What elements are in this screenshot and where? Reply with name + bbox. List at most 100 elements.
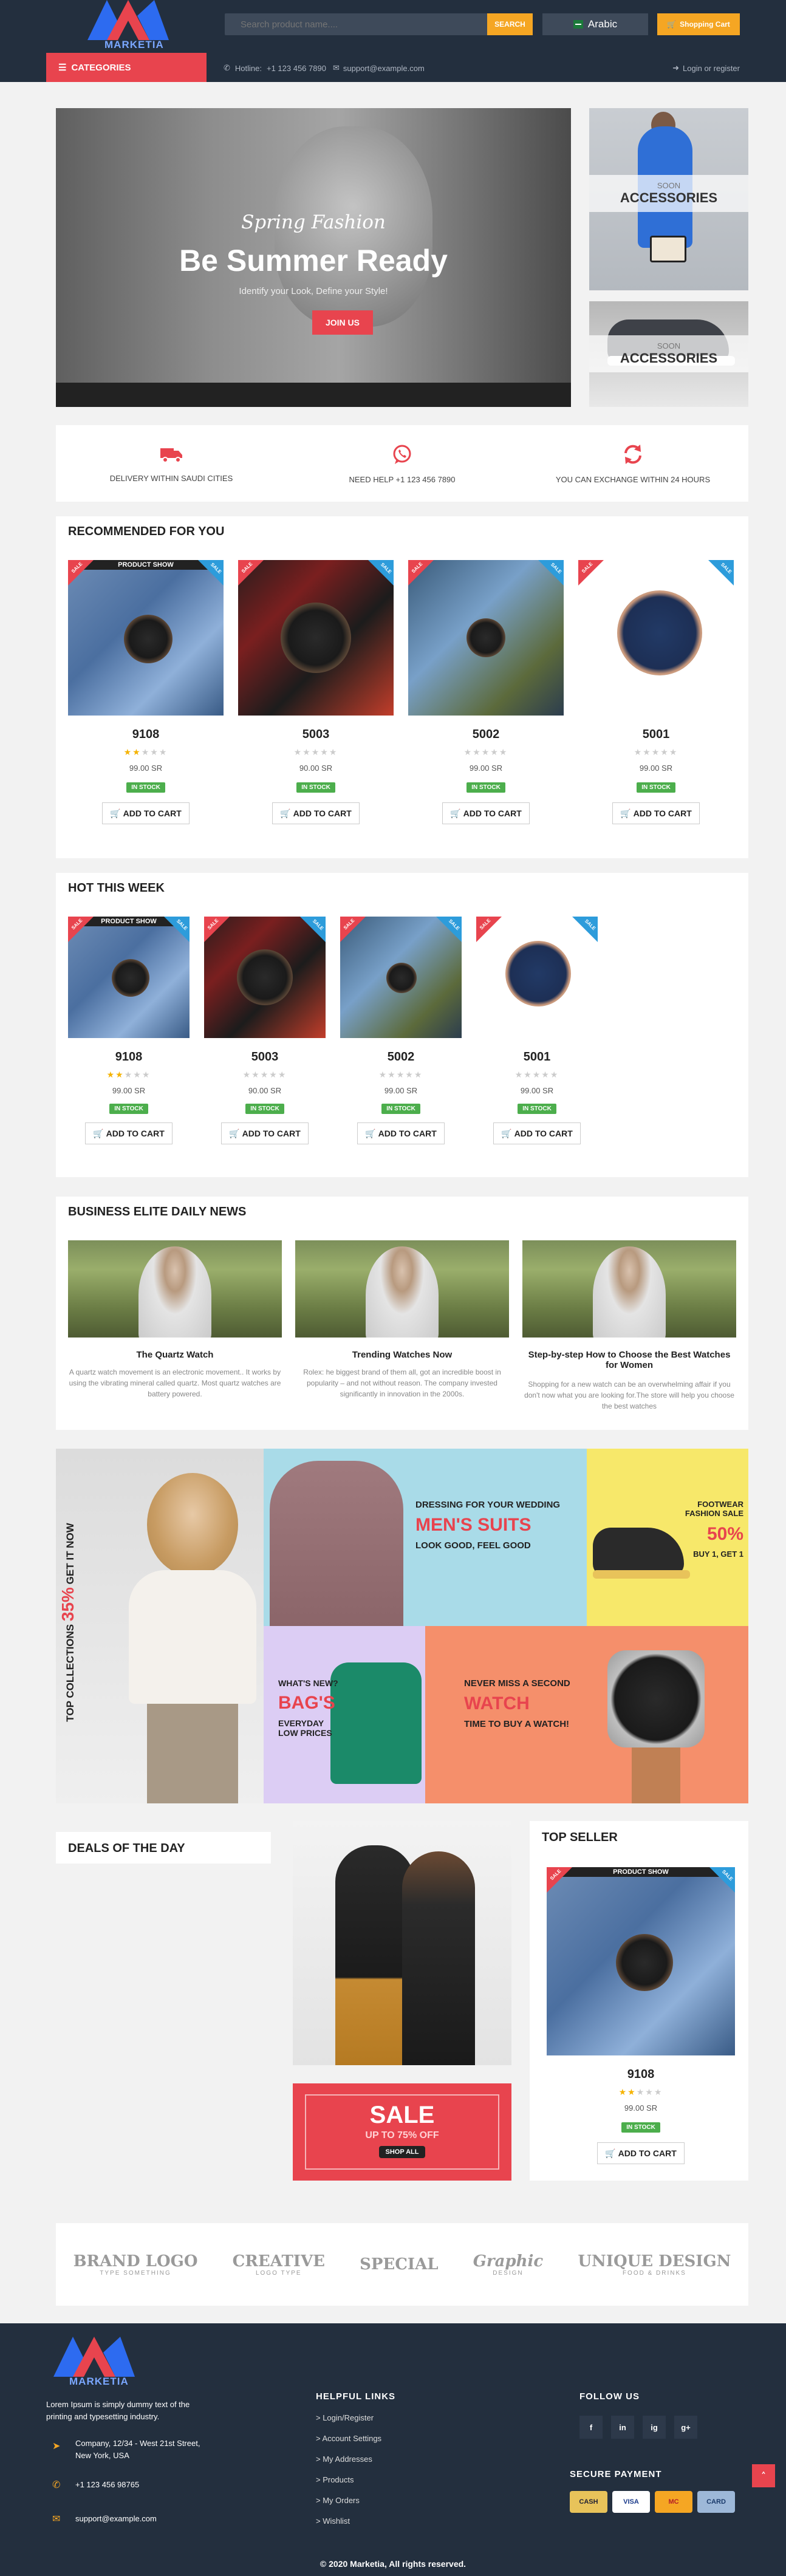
add-to-cart-button[interactable]: 🛒 ADD TO CART	[357, 1122, 445, 1144]
side-banner-dress[interactable]: SOON ACCESSORIES	[589, 108, 748, 290]
product-name[interactable]: 5001	[578, 728, 734, 742]
brand-tag: TYPE SOMETHING	[100, 2269, 171, 2277]
brand-logo[interactable]: Graphic DESIGN	[473, 2253, 544, 2277]
promo-suits[interactable]: DRESSING FOR YOUR WEDDING MEN'S SUITS LO…	[264, 1449, 587, 1626]
product-image[interactable]: PRODUCT SHOW SALE SALE	[68, 560, 224, 716]
search-input[interactable]	[225, 13, 486, 35]
instagram-icon[interactable]: ig	[643, 2416, 666, 2439]
footer-link-addresses[interactable]: > My Addresses	[316, 2455, 372, 2464]
shopping-cart-button[interactable]: 🛒 Shopping Cart	[657, 13, 740, 35]
news-title[interactable]: The Quartz Watch	[68, 1350, 282, 1360]
product-card[interactable]: PRODUCT SHOW SALE SALE 9108 ★★★★★ 99.00 …	[68, 917, 190, 1144]
product-image[interactable]: PRODUCT SHOW SALE SALE	[68, 917, 190, 1038]
product-name[interactable]: 9108	[68, 1050, 190, 1064]
brand-name: SPECIAL	[360, 2255, 439, 2274]
brand-logo[interactable]: UNIQUE DESIGN FOOD & DRINKS	[578, 2253, 731, 2277]
footer-link-account[interactable]: > Account Settings	[316, 2434, 381, 2443]
footer-logo[interactable]: MARKETIA	[46, 2337, 143, 2388]
product-card[interactable]: SALE SALE 5002 ★★★★★ 99.00 SR IN STOCK 🛒…	[408, 560, 564, 824]
pants-image	[147, 1704, 238, 1803]
add-to-cart-button[interactable]: 🛒 ADD TO CART	[442, 802, 530, 824]
news-title[interactable]: Trending Watches Now	[295, 1350, 509, 1360]
language-button[interactable]: Arabic	[542, 13, 648, 35]
female-model-image	[402, 1851, 475, 2065]
facebook-icon[interactable]: f	[579, 2416, 603, 2439]
add-to-cart-button[interactable]: 🛒 ADD TO CART	[272, 802, 360, 824]
product-name[interactable]: 5001	[476, 1050, 598, 1064]
promo-bags[interactable]: WHAT'S NEW? BAG'S EVERYDAY LOW PRICES	[264, 1626, 425, 1803]
rating-stars: ★★★★★	[378, 1070, 423, 1080]
search-button[interactable]: SEARCH	[487, 13, 533, 35]
news-image[interactable]	[295, 1240, 509, 1338]
support-email[interactable]: ✉ support@example.com	[333, 63, 425, 73]
sale-banner[interactable]: SALE UP TO 75% OFF SHOP ALL	[293, 2083, 511, 2181]
footer-phone[interactable]: +1 123 456 98765	[75, 2480, 139, 2489]
product-name[interactable]: 5003	[238, 728, 394, 742]
bag-image	[330, 1662, 422, 1784]
rating-stars: ★★★★★	[293, 748, 338, 757]
product-image[interactable]: SALE SALE	[476, 917, 598, 1038]
google-plus-icon[interactable]: g+	[674, 2416, 697, 2439]
brand-logo[interactable]: SPECIAL	[360, 2256, 438, 2273]
brand-logo[interactable]: CREATIVE LOGO TYPE	[233, 2253, 325, 2277]
shop-all-button[interactable]: SHOP ALL	[379, 2146, 425, 2158]
footer-link-orders[interactable]: > My Orders	[316, 2496, 360, 2505]
top-seller-section: TOP SELLER PRODUCT SHOW SALE SALE 9108 ★…	[530, 1821, 748, 2181]
add-to-cart-button[interactable]: 🛒 ADD TO CART	[493, 1122, 581, 1144]
product-image[interactable]: SALE SALE	[238, 560, 394, 716]
watch-face-image	[237, 949, 293, 1005]
product-image[interactable]: SALE SALE	[578, 560, 734, 716]
product-image[interactable]: SALE SALE	[408, 560, 564, 716]
footer-email[interactable]: support@example.com	[75, 2514, 157, 2523]
product-card[interactable]: SALE SALE 5001 ★★★★★ 99.00 SR IN STOCK 🛒…	[578, 560, 734, 824]
categories-button[interactable]: ☰ CATEGORIES	[46, 53, 207, 82]
linkedin-icon[interactable]: in	[611, 2416, 634, 2439]
cart-icon: 🛒	[280, 808, 291, 818]
add-to-cart-button[interactable]: 🛒 ADD TO CART	[597, 2142, 685, 2164]
product-image[interactable]: PRODUCT SHOW SALE SALE	[547, 1867, 735, 2055]
watch-face-image	[617, 590, 702, 675]
news-image[interactable]	[68, 1240, 282, 1338]
hotline-number[interactable]: +1 123 456 7890	[267, 64, 326, 73]
product-name[interactable]: 9108	[68, 728, 224, 742]
product-card[interactable]: SALE SALE 5001 ★★★★★ 99.00 SR IN STOCK 🛒…	[476, 917, 598, 1144]
product-name[interactable]: 5002	[340, 1050, 462, 1064]
side-banner-shoe[interactable]: SOON ACCESSORIES	[589, 301, 748, 407]
add-to-cart-button[interactable]: 🛒 ADD TO CART	[85, 1122, 173, 1144]
product-card[interactable]: PRODUCT SHOW SALE SALE 9108 ★★★★★ 99.00 …	[68, 560, 224, 824]
news-title[interactable]: Step-by-step How to Choose the Best Watc…	[522, 1350, 736, 1370]
promo-collections[interactable]: TOP COLLECTIONS 35% GET IT NOW	[56, 1449, 264, 1803]
hero-banner[interactable]: Spring Fashion Be Summer Ready Identify …	[56, 108, 571, 407]
promo-watch[interactable]: NEVER MISS A SECOND WATCH TIME TO BUY A …	[425, 1626, 748, 1803]
product-card[interactable]: SALE SALE 5003 ★★★★★ 90.00 SR IN STOCK 🛒…	[238, 560, 394, 824]
promo-footwear[interactable]: FOOTWEAR FASHION SALE 50% BUY 1, GET 1	[587, 1449, 748, 1626]
product-image[interactable]: SALE SALE	[204, 917, 326, 1038]
footer-link-login[interactable]: > Login/Register	[316, 2413, 374, 2422]
footer-link-products[interactable]: > Products	[316, 2475, 354, 2484]
login-link[interactable]: ➜ Login or register	[672, 63, 740, 73]
add-to-cart-button[interactable]: 🛒 ADD TO CART	[612, 802, 700, 824]
join-us-button[interactable]: JOIN US	[312, 310, 373, 335]
add-to-cart-button[interactable]: 🛒 ADD TO CART	[102, 802, 190, 824]
product-card[interactable]: SALE SALE 5003 ★★★★★ 90.00 SR IN STOCK 🛒…	[204, 917, 326, 1144]
product-name[interactable]: 5003	[204, 1050, 326, 1064]
brand-name: CREATIVE	[232, 2252, 325, 2270]
product-card[interactable]: SALE SALE 5002 ★★★★★ 99.00 SR IN STOCK 🛒…	[340, 917, 462, 1144]
product-name[interactable]: 9108	[547, 2068, 735, 2082]
phone-icon: ✆	[52, 2479, 61, 2490]
scroll-to-top-button[interactable]: ˄	[752, 2464, 775, 2487]
brand-logo[interactable]: BRAND LOGO TYPE SOMETHING	[73, 2253, 198, 2277]
news-image[interactable]	[522, 1240, 736, 1338]
product-name[interactable]: 5002	[408, 728, 564, 742]
handbag-image	[650, 236, 686, 262]
add-to-cart-button[interactable]: 🛒 ADD TO CART	[221, 1122, 309, 1144]
hot-section: HOT THIS WEEK PRODUCT SHOW SALE SALE 910…	[56, 873, 748, 1177]
promo-big: WATCH	[464, 1693, 530, 1713]
promo-small: DRESSING FOR YOUR WEDDING	[415, 1500, 561, 1510]
product-image[interactable]: SALE SALE	[340, 917, 462, 1038]
footer-link-wishlist[interactable]: > Wishlist	[316, 2516, 350, 2526]
logo-text: MARKETIA	[104, 39, 164, 50]
product-card[interactable]: PRODUCT SHOW SALE SALE 9108 ★★★★★ 99.00 …	[547, 1867, 735, 2164]
logo[interactable]: MARKETIA	[80, 0, 177, 51]
deals-image[interactable]	[293, 1821, 511, 2065]
